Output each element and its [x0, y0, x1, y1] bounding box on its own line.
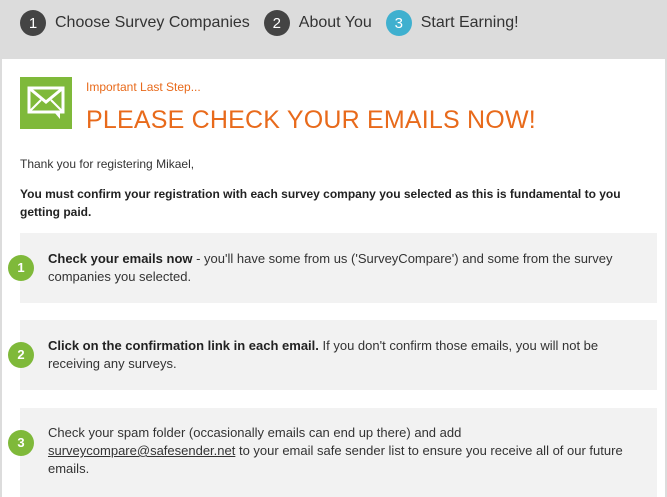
step-choose-companies: 1 Choose Survey Companies [20, 10, 250, 36]
instruction-text: Check your spam folder (occasionally ema… [48, 424, 637, 478]
instruction-bold: Check your emails now [48, 251, 193, 266]
instruction-bold: Click on the confirmation link in each e… [48, 338, 319, 353]
instruction-card-2: 2 Click on the confirmation link in each… [8, 320, 657, 390]
step-badge: 2 [8, 342, 34, 368]
step-start-earning: 3 Start Earning! [385, 10, 519, 36]
step-label: Start Earning! [420, 14, 519, 31]
instruction-text: Check your emails now - you'll have some… [48, 250, 637, 286]
instruction-card-3: 3 Check your spam folder (occasionally e… [8, 408, 657, 497]
instruction-card-1: 1 Check your emails now - you'll have so… [8, 233, 657, 303]
step-badge: 1 [8, 255, 34, 281]
step-label: Choose Survey Companies [55, 14, 250, 31]
envelope-icon [20, 77, 72, 129]
step-about-you: 2 About You [263, 10, 372, 36]
progress-steps: 1 Choose Survey Companies 2 About You 3 … [0, 0, 667, 46]
step-number: 2 [263, 10, 290, 36]
content-panel: Important Last Step... PLEASE CHECK YOUR… [2, 59, 665, 497]
step-number: 3 [385, 10, 412, 36]
step-badge: 3 [8, 430, 34, 456]
kicker-text: Important Last Step... [86, 80, 201, 94]
instruction-text: Click on the confirmation link in each e… [48, 337, 637, 373]
confirm-notice: You must confirm your registration with … [20, 187, 621, 219]
step-number: 1 [20, 10, 46, 36]
safesender-email-link[interactable]: surveycompare@safesender.net [48, 443, 235, 458]
step-label: About You [298, 14, 372, 31]
page-title: PLEASE CHECK YOUR EMAILS NOW! [86, 106, 536, 134]
thanks-text: Thank you for registering Mikael, [20, 157, 195, 171]
instruction-rest: Check your spam folder (occasionally ema… [48, 425, 462, 440]
